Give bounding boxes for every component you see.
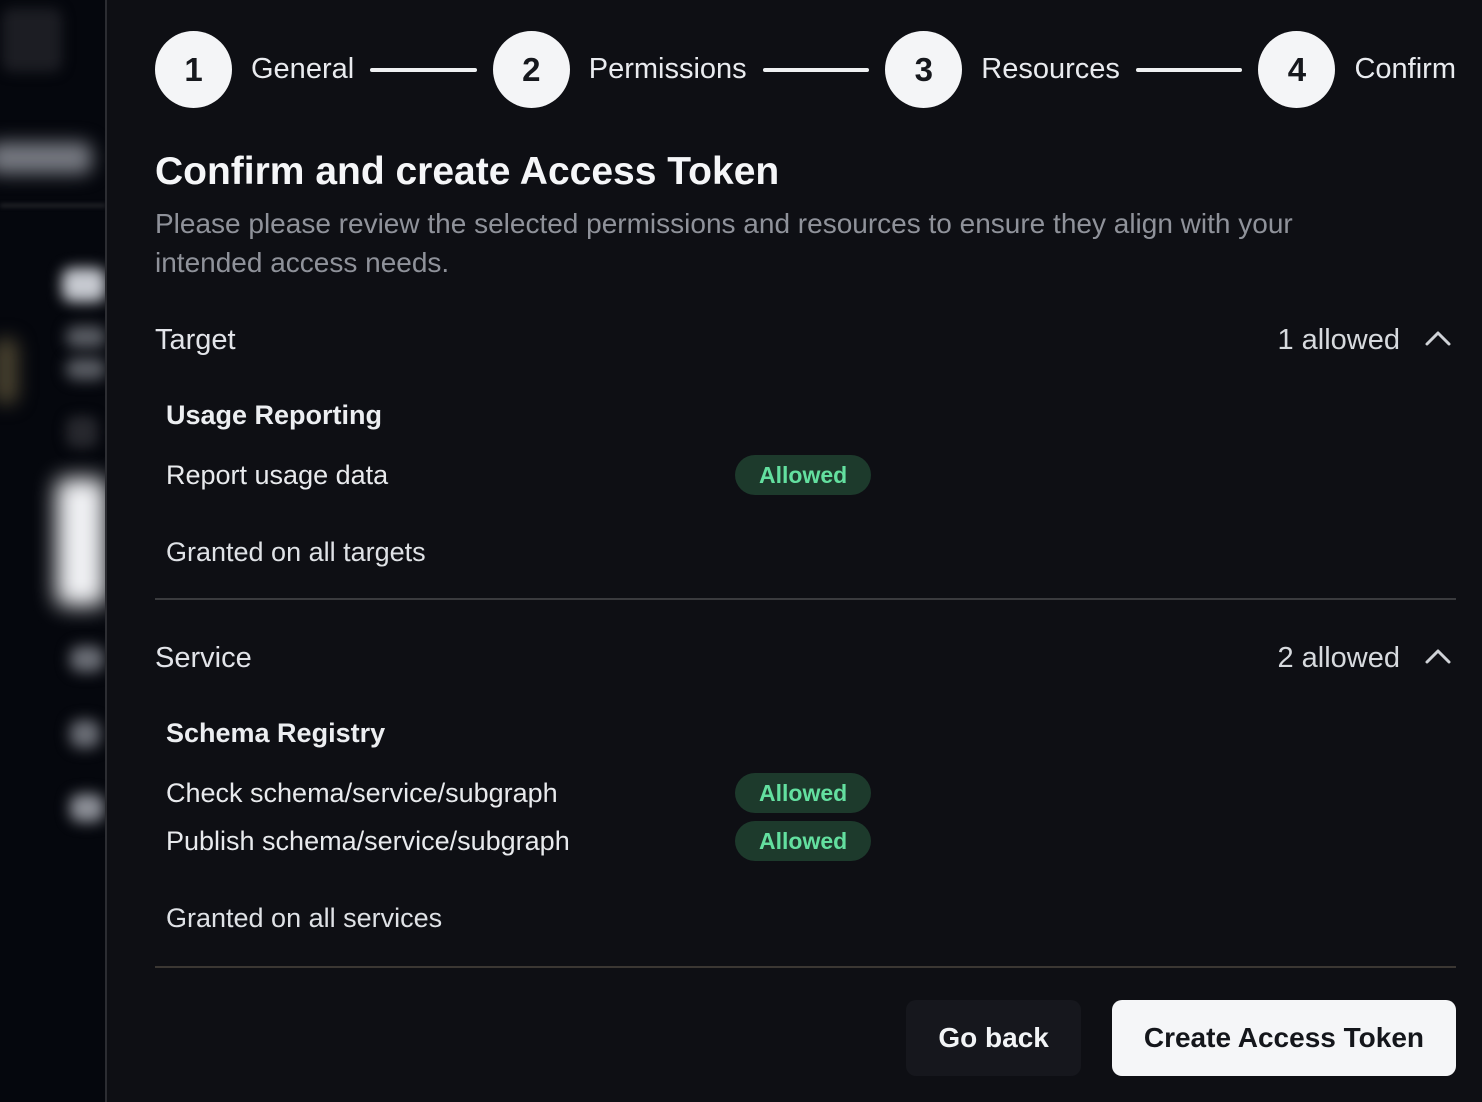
step-general[interactable]: 1 General	[155, 31, 354, 108]
group-title: Schema Registry	[166, 718, 1456, 749]
step-label: Confirm	[1354, 53, 1456, 86]
footer-divider	[155, 966, 1456, 968]
permission-row: Publish schema/service/subgraph Allowed	[166, 821, 1456, 861]
blurred-text-line	[66, 326, 106, 348]
allowed-count: 2 allowed	[1277, 642, 1400, 675]
permission-group-usage-reporting: Usage Reporting Report usage data Allowe…	[166, 400, 1456, 495]
chevron-up-icon	[1424, 330, 1452, 350]
permission-label: Check schema/service/subgraph	[166, 778, 735, 809]
step-permissions[interactable]: 2 Permissions	[493, 31, 747, 108]
step-connector	[370, 68, 477, 72]
permission-row: Report usage data Allowed	[166, 455, 1456, 495]
blurred-accent	[0, 338, 18, 404]
blurred-heading	[62, 268, 106, 302]
granted-note: Granted on all services	[166, 903, 1456, 934]
section-count: 2 allowed	[1277, 642, 1456, 675]
step-confirm[interactable]: 4 Confirm	[1258, 31, 1456, 108]
permission-label: Publish schema/service/subgraph	[166, 826, 735, 857]
status-badge: Allowed	[735, 773, 871, 813]
blurred-text-line	[66, 358, 106, 380]
permission-row: Check schema/service/subgraph Allowed	[166, 773, 1456, 813]
modal-footer: Go back Create Access Token	[155, 1000, 1456, 1076]
step-number-circle: 3	[885, 31, 962, 108]
step-resources[interactable]: 3 Resources	[885, 31, 1120, 108]
granted-note: Granted on all targets	[166, 537, 1456, 568]
blurred-text-line	[70, 720, 100, 748]
section-divider	[155, 598, 1456, 600]
step-connector	[1136, 68, 1243, 72]
step-number-circle: 1	[155, 31, 232, 108]
page-subtitle: Please please review the selected permis…	[155, 204, 1385, 282]
section-header-target: Target 1 allowed	[155, 322, 1456, 358]
group-title: Usage Reporting	[166, 400, 1456, 431]
section-name: Service	[155, 642, 252, 675]
section-name: Target	[155, 324, 236, 357]
step-number-circle: 4	[1258, 31, 1335, 108]
step-label: General	[251, 53, 354, 86]
blurred-button	[56, 478, 106, 606]
create-access-token-modal: 1 General 2 Permissions 3 Resources 4 Co…	[105, 0, 1482, 1102]
chevron-up-icon	[1424, 648, 1452, 668]
blurred-text-line	[70, 794, 104, 822]
section-header-service: Service 2 allowed	[155, 640, 1456, 676]
permission-group-schema-registry: Schema Registry Check schema/service/sub…	[166, 718, 1456, 861]
step-label: Permissions	[589, 53, 747, 86]
blurred-nav-item	[0, 142, 92, 174]
step-number-circle: 2	[493, 31, 570, 108]
collapse-section-button[interactable]	[1420, 326, 1456, 354]
create-access-token-button[interactable]: Create Access Token	[1112, 1000, 1456, 1076]
blurred-text-line	[70, 646, 104, 672]
allowed-count: 1 allowed	[1277, 324, 1400, 357]
blurred-icon	[66, 416, 98, 448]
collapse-section-button[interactable]	[1420, 644, 1456, 672]
step-connector	[763, 68, 870, 72]
permission-label: Report usage data	[166, 460, 735, 491]
section-count: 1 allowed	[1277, 324, 1456, 357]
wizard-stepper: 1 General 2 Permissions 3 Resources 4 Co…	[155, 31, 1456, 108]
status-badge: Allowed	[735, 821, 871, 861]
blurred-divider	[0, 204, 106, 207]
page-title: Confirm and create Access Token	[155, 148, 1456, 196]
go-back-button[interactable]: Go back	[906, 1000, 1080, 1076]
blurred-logo	[2, 8, 62, 72]
step-label: Resources	[981, 53, 1120, 86]
status-badge: Allowed	[735, 455, 871, 495]
background-blur	[0, 0, 106, 1102]
